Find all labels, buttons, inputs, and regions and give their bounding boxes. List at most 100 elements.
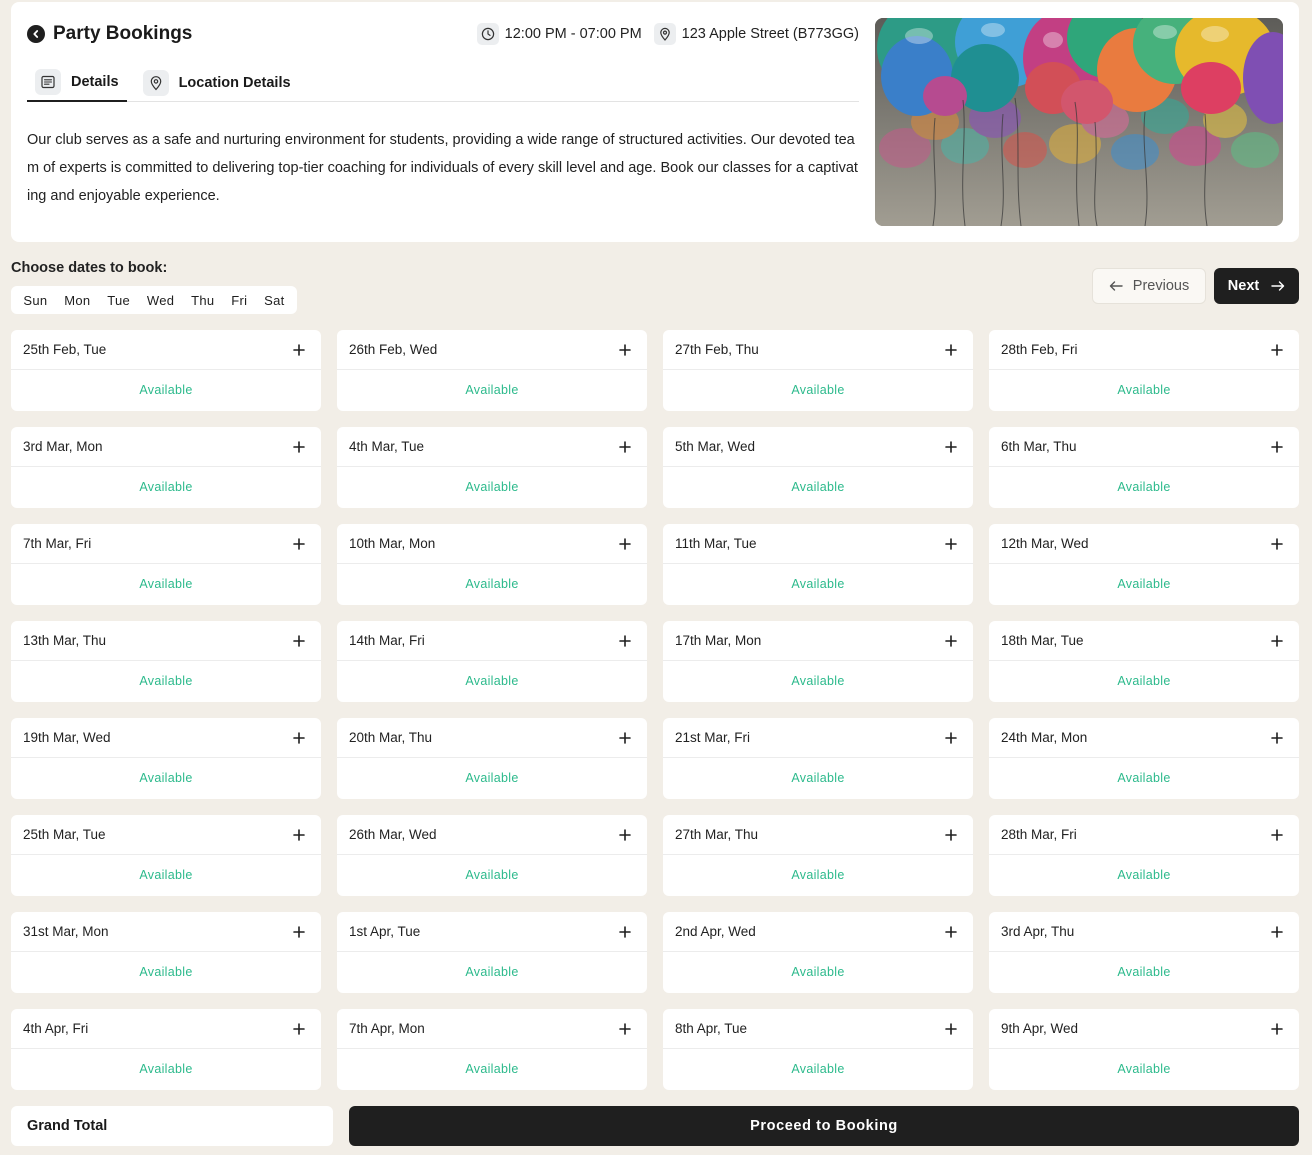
day-chip-tue[interactable]: Tue: [107, 293, 130, 308]
day-chip-fri[interactable]: Fri: [231, 293, 247, 308]
date-label: 13th Mar, Thu: [23, 633, 107, 648]
date-card: 11th Mar, Tue Available: [663, 524, 973, 605]
add-date-button[interactable]: [1265, 823, 1289, 847]
time-text: 12:00 PM - 07:00 PM: [504, 26, 642, 42]
date-card: 31st Mar, Mon Available: [11, 912, 321, 993]
date-card-header: 7th Apr, Mon: [337, 1009, 647, 1049]
plus-icon: [1271, 440, 1283, 453]
availability-status: Available: [465, 480, 519, 494]
tab-details[interactable]: Details: [27, 64, 127, 102]
date-card: 24th Mar, Mon Available: [989, 718, 1299, 799]
detail-tabs: Details Location Details: [27, 64, 859, 102]
date-card: 10th Mar, Mon Available: [337, 524, 647, 605]
back-button[interactable]: [27, 25, 45, 43]
date-card: 28th Mar, Fri Available: [989, 815, 1299, 896]
add-date-button[interactable]: [287, 532, 311, 556]
availability-status: Available: [791, 868, 845, 882]
availability-status: Available: [139, 771, 193, 785]
plus-icon: [293, 731, 305, 744]
availability-status: Available: [791, 965, 845, 979]
date-card-header: 14th Mar, Fri: [337, 621, 647, 661]
next-button[interactable]: Next: [1214, 268, 1299, 304]
add-date-button[interactable]: [613, 1017, 637, 1041]
add-date-button[interactable]: [1265, 338, 1289, 362]
date-card-header: 31st Mar, Mon: [11, 912, 321, 952]
add-date-button[interactable]: [1265, 532, 1289, 556]
proceed-to-booking-button[interactable]: Proceed to Booking: [349, 1106, 1299, 1146]
date-card: 7th Apr, Mon Available: [337, 1009, 647, 1090]
date-card: 4th Apr, Fri Available: [11, 1009, 321, 1090]
add-date-button[interactable]: [613, 532, 637, 556]
date-label: 27th Feb, Thu: [675, 342, 759, 357]
add-date-button[interactable]: [287, 338, 311, 362]
add-date-button[interactable]: [1265, 1017, 1289, 1041]
add-date-button[interactable]: [287, 823, 311, 847]
add-date-button[interactable]: [1265, 435, 1289, 459]
day-chip-sun[interactable]: Sun: [23, 293, 47, 308]
date-label: 14th Mar, Fri: [349, 633, 425, 648]
add-date-button[interactable]: [287, 726, 311, 750]
availability-status: Available: [1117, 1062, 1171, 1076]
date-card-header: 19th Mar, Wed: [11, 718, 321, 758]
add-date-button[interactable]: [939, 726, 963, 750]
availability-status: Available: [139, 965, 193, 979]
availability-status: Available: [465, 868, 519, 882]
add-date-button[interactable]: [1265, 726, 1289, 750]
add-date-button[interactable]: [939, 435, 963, 459]
plus-icon: [1271, 634, 1283, 647]
add-date-button[interactable]: [287, 629, 311, 653]
plus-icon: [1271, 537, 1283, 550]
add-date-button[interactable]: [287, 920, 311, 944]
date-card-header: 13th Mar, Thu: [11, 621, 321, 661]
date-card-header: 2nd Apr, Wed: [663, 912, 973, 952]
date-card-header: 26th Mar, Wed: [337, 815, 647, 855]
day-chip-wed[interactable]: Wed: [147, 293, 174, 308]
add-date-button[interactable]: [939, 338, 963, 362]
date-label: 24th Mar, Mon: [1001, 730, 1088, 745]
add-date-button[interactable]: [1265, 920, 1289, 944]
date-card: 25th Mar, Tue Available: [11, 815, 321, 896]
date-label: 26th Feb, Wed: [349, 342, 438, 357]
day-chip-thu[interactable]: Thu: [191, 293, 214, 308]
tab-location-details[interactable]: Location Details: [135, 64, 299, 101]
add-date-button[interactable]: [613, 629, 637, 653]
availability-status: Available: [791, 577, 845, 591]
add-date-button[interactable]: [1265, 629, 1289, 653]
add-date-button[interactable]: [939, 823, 963, 847]
day-chip-sat[interactable]: Sat: [264, 293, 284, 308]
time-info: 12:00 PM - 07:00 PM: [476, 23, 642, 45]
date-grid: 25th Feb, Tue Available 26th Feb, Wed Avail…: [11, 330, 1299, 1090]
add-date-button[interactable]: [287, 1017, 311, 1041]
plus-icon: [619, 343, 631, 356]
arrow-left-icon: [1109, 281, 1123, 291]
day-chip-mon[interactable]: Mon: [64, 293, 90, 308]
add-date-button[interactable]: [613, 920, 637, 944]
add-date-button[interactable]: [939, 1017, 963, 1041]
date-card-header: 27th Mar, Thu: [663, 815, 973, 855]
date-card-header: 26th Feb, Wed: [337, 330, 647, 370]
date-label: 17th Mar, Mon: [675, 633, 762, 648]
add-date-button[interactable]: [939, 532, 963, 556]
add-date-button[interactable]: [613, 726, 637, 750]
date-card-header: 25th Feb, Tue: [11, 330, 321, 370]
add-date-button[interactable]: [287, 435, 311, 459]
date-card: 1st Apr, Tue Available: [337, 912, 647, 993]
date-label: 9th Apr, Wed: [1001, 1021, 1079, 1036]
add-date-button[interactable]: [613, 823, 637, 847]
plus-icon: [619, 731, 631, 744]
tab-details-label: Details: [71, 74, 119, 90]
plus-icon: [945, 925, 957, 938]
add-date-button[interactable]: [613, 338, 637, 362]
add-date-button[interactable]: [939, 629, 963, 653]
date-card: 17th Mar, Mon Available: [663, 621, 973, 702]
date-card-header: 9th Apr, Wed: [989, 1009, 1299, 1049]
date-card-header: 10th Mar, Mon: [337, 524, 647, 564]
previous-button[interactable]: Previous: [1092, 268, 1206, 304]
add-date-button[interactable]: [613, 435, 637, 459]
proceed-label: Proceed to Booking: [750, 1118, 898, 1134]
date-label: 25th Feb, Tue: [23, 342, 107, 357]
add-date-button[interactable]: [939, 920, 963, 944]
date-card: 7th Mar, Fri Available: [11, 524, 321, 605]
date-card: 8th Apr, Tue Available: [663, 1009, 973, 1090]
date-label: 27th Mar, Thu: [675, 827, 759, 842]
